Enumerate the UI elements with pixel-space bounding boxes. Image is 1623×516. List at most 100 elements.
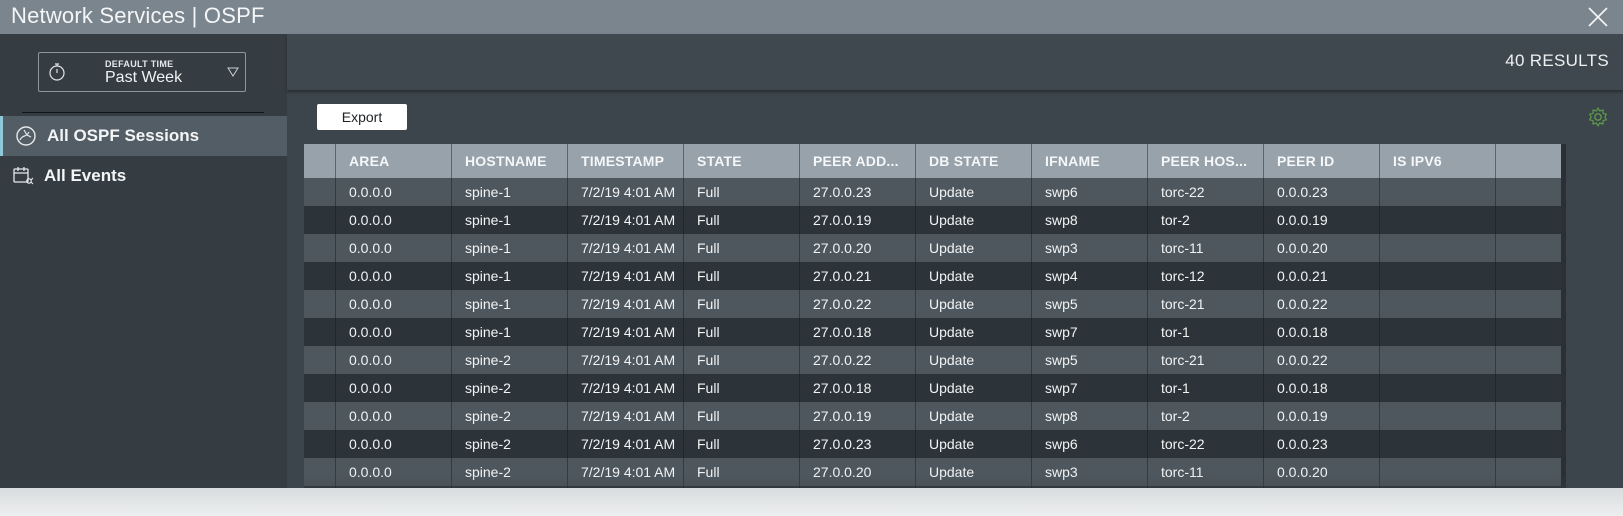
- table-row[interactable]: 0.0.0.0 spine-1 7/2/19 4:01 AM Full 27.0.0.2…: [304, 290, 1566, 318]
- table-cell: 27.0.0.20: [800, 458, 916, 486]
- column-header[interactable]: IFNAME: [1032, 144, 1148, 178]
- table-cell: 27.0.0.18: [800, 318, 916, 346]
- table-cell: 7/2/19 4:01 AM: [568, 290, 684, 318]
- table-cell: torc-11: [1148, 234, 1264, 262]
- table-cell: 0.0.0.19: [1264, 206, 1380, 234]
- table-cell: 7/2/19 4:01 AM: [568, 458, 684, 486]
- table-cell: 0.0.0.18: [1264, 374, 1380, 402]
- table-header: AREA HOSTNAME TIMESTAMP STATE PEER ADD... DB …: [304, 144, 1566, 178]
- table-cell: [1380, 318, 1496, 346]
- stopwatch-icon: [49, 63, 65, 81]
- table-cell: 0.0.0.19: [1264, 402, 1380, 430]
- results-bar: 40 RESULTS: [287, 34, 1623, 90]
- table-cell: swp7: [1032, 374, 1148, 402]
- table-cell: Update: [916, 262, 1032, 290]
- column-header[interactable]: AREA: [336, 144, 452, 178]
- table-cell: spine-2: [452, 374, 568, 402]
- table-cell: torc-22: [1148, 430, 1264, 458]
- table-cell: tor-1: [1148, 318, 1264, 346]
- column-header[interactable]: IS IPV6: [1380, 144, 1496, 178]
- table-cell: Update: [916, 178, 1032, 206]
- table-row[interactable]: 0.0.0.0spine-27/2/19 4:01 AMFull27.0.0.2…: [304, 346, 1566, 374]
- table-cell: 7/2/19 4:01 AM: [568, 374, 684, 402]
- table-cell: Update: [916, 346, 1032, 374]
- row-select-cell[interactable]: [304, 346, 336, 374]
- table-cell: 0.0.0.0: [336, 290, 452, 318]
- table-row[interactable]: 0.0.0.0spine-27/2/19 4:01 AMFull27.0.0.2…: [304, 458, 1566, 486]
- table-cell: 27.0.0.23: [800, 430, 916, 458]
- table-cell: 0.0.0.23: [1264, 430, 1380, 458]
- sidebar-item-events[interactable]: All Events: [0, 156, 287, 196]
- table-cell: 7/2/19 4:01 AM: [568, 262, 684, 290]
- table-row[interactable]: 0.0.0.0 spine-1 7/2/19 4:01 AM Full 27.0.0.2…: [304, 234, 1566, 262]
- table-cell: torc-21: [1148, 290, 1264, 318]
- table-row[interactable]: 0.0.0.0spine-27/2/19 4:01 AMFull27.0.0.2…: [304, 430, 1566, 458]
- table-cell: 0.0.0.23: [1264, 178, 1380, 206]
- table-cell: Full: [684, 318, 800, 346]
- table-row[interactable]: 0.0.0.0 spine-1 7/2/19 4:01 AM Full 27.0.0.2…: [304, 178, 1566, 206]
- table-cell: 0.0.0.0: [336, 206, 452, 234]
- row-select-cell[interactable]: [304, 262, 336, 290]
- row-select-cell[interactable]: [304, 206, 336, 234]
- row-select-cell[interactable]: [304, 318, 336, 346]
- table-row[interactable]: 0.0.0.0 spine-2 7/2/19 4:01 AM Full 27.0.0.1…: [304, 402, 1566, 430]
- row-select-cell[interactable]: [304, 430, 336, 458]
- table-row[interactable]: 0.0.0.0 spine-1 7/2/19 4:01 AM Full 27.0.0.1…: [304, 318, 1566, 346]
- row-select-cell[interactable]: [304, 234, 336, 262]
- row-spacer: [1496, 290, 1566, 318]
- table-cell: 7/2/19 4:01 AM: [568, 178, 684, 206]
- table-cell: spine-1: [452, 206, 568, 234]
- table-cell: [1380, 346, 1496, 374]
- column-header[interactable]: PEER ID: [1264, 144, 1380, 178]
- column-header[interactable]: TIMESTAMP: [568, 144, 684, 178]
- column-header[interactable]: STATE: [684, 144, 800, 178]
- column-header[interactable]: PEER ADD...: [800, 144, 916, 178]
- table-cell: 0.0.0.0: [336, 402, 452, 430]
- table-cell: 0.0.0.0: [336, 318, 452, 346]
- column-header[interactable]: HOSTNAME: [452, 144, 568, 178]
- table-cell: Update: [916, 402, 1032, 430]
- table-cell: 0.0.0.0: [336, 346, 452, 374]
- table-cell: spine-2: [452, 430, 568, 458]
- time-picker-label: DEFAULT TIME: [105, 59, 174, 69]
- table-cell: Full: [684, 290, 800, 318]
- row-select-cell[interactable]: [304, 178, 336, 206]
- table-cell: 0.0.0.0: [336, 262, 452, 290]
- table-cell: 0.0.0.18: [1264, 318, 1380, 346]
- row-spacer: [1496, 374, 1566, 402]
- sidebar-item-label: All Events: [44, 166, 127, 185]
- table-cell: spine-2: [452, 458, 568, 486]
- column-header[interactable]: PEER HOS...: [1148, 144, 1264, 178]
- row-select-cell[interactable]: [304, 402, 336, 430]
- sidebar-item-ospf-sessions[interactable]: All OSPF Sessions: [0, 116, 287, 156]
- table-cell: swp5: [1032, 290, 1148, 318]
- export-button[interactable]: Export: [317, 104, 407, 130]
- row-spacer: [1496, 178, 1566, 206]
- table-row[interactable]: 0.0.0.0 spine-1 7/2/19 4:01 AM Full 27.0.0.1…: [304, 206, 1566, 234]
- row-select-cell[interactable]: [304, 374, 336, 402]
- column-header[interactable]: DB STATE: [916, 144, 1032, 178]
- table-row[interactable]: 0.0.0.0 spine-1 7/2/19 4:01 AM Full 27.0.0.2…: [304, 262, 1566, 290]
- row-spacer: [1496, 206, 1566, 234]
- table-cell: [1380, 402, 1496, 430]
- table-cell: Full: [684, 262, 800, 290]
- time-picker[interactable]: DEFAULT TIME Past Week: [38, 52, 246, 92]
- table-row[interactable]: 0.0.0.0 spine-2 7/2/19 4:01 AM Full 27.0.0.1…: [304, 374, 1566, 402]
- table-cell: Update: [916, 318, 1032, 346]
- sidebar: DEFAULT TIME Past Week All OSPF Sessions…: [0, 34, 287, 516]
- table-cell: 0.0.0.21: [1264, 262, 1380, 290]
- table-cell: spine-2: [452, 402, 568, 430]
- close-icon[interactable]: [1587, 6, 1609, 28]
- table-cell: 0.0.0.22: [1264, 290, 1380, 318]
- gear-icon[interactable]: [1587, 106, 1609, 128]
- row-select-cell[interactable]: [304, 290, 336, 318]
- table-cell: [1380, 374, 1496, 402]
- table-cell: swp6: [1032, 430, 1148, 458]
- row-select-cell[interactable]: [304, 458, 336, 486]
- table-cell: torc-22: [1148, 178, 1264, 206]
- table-scrollbar[interactable]: [1561, 144, 1566, 516]
- table-cell: [1380, 234, 1496, 262]
- table-cell: 7/2/19 4:01 AM: [568, 206, 684, 234]
- select-column-header[interactable]: [304, 144, 336, 178]
- table-cell: tor-1: [1148, 374, 1264, 402]
